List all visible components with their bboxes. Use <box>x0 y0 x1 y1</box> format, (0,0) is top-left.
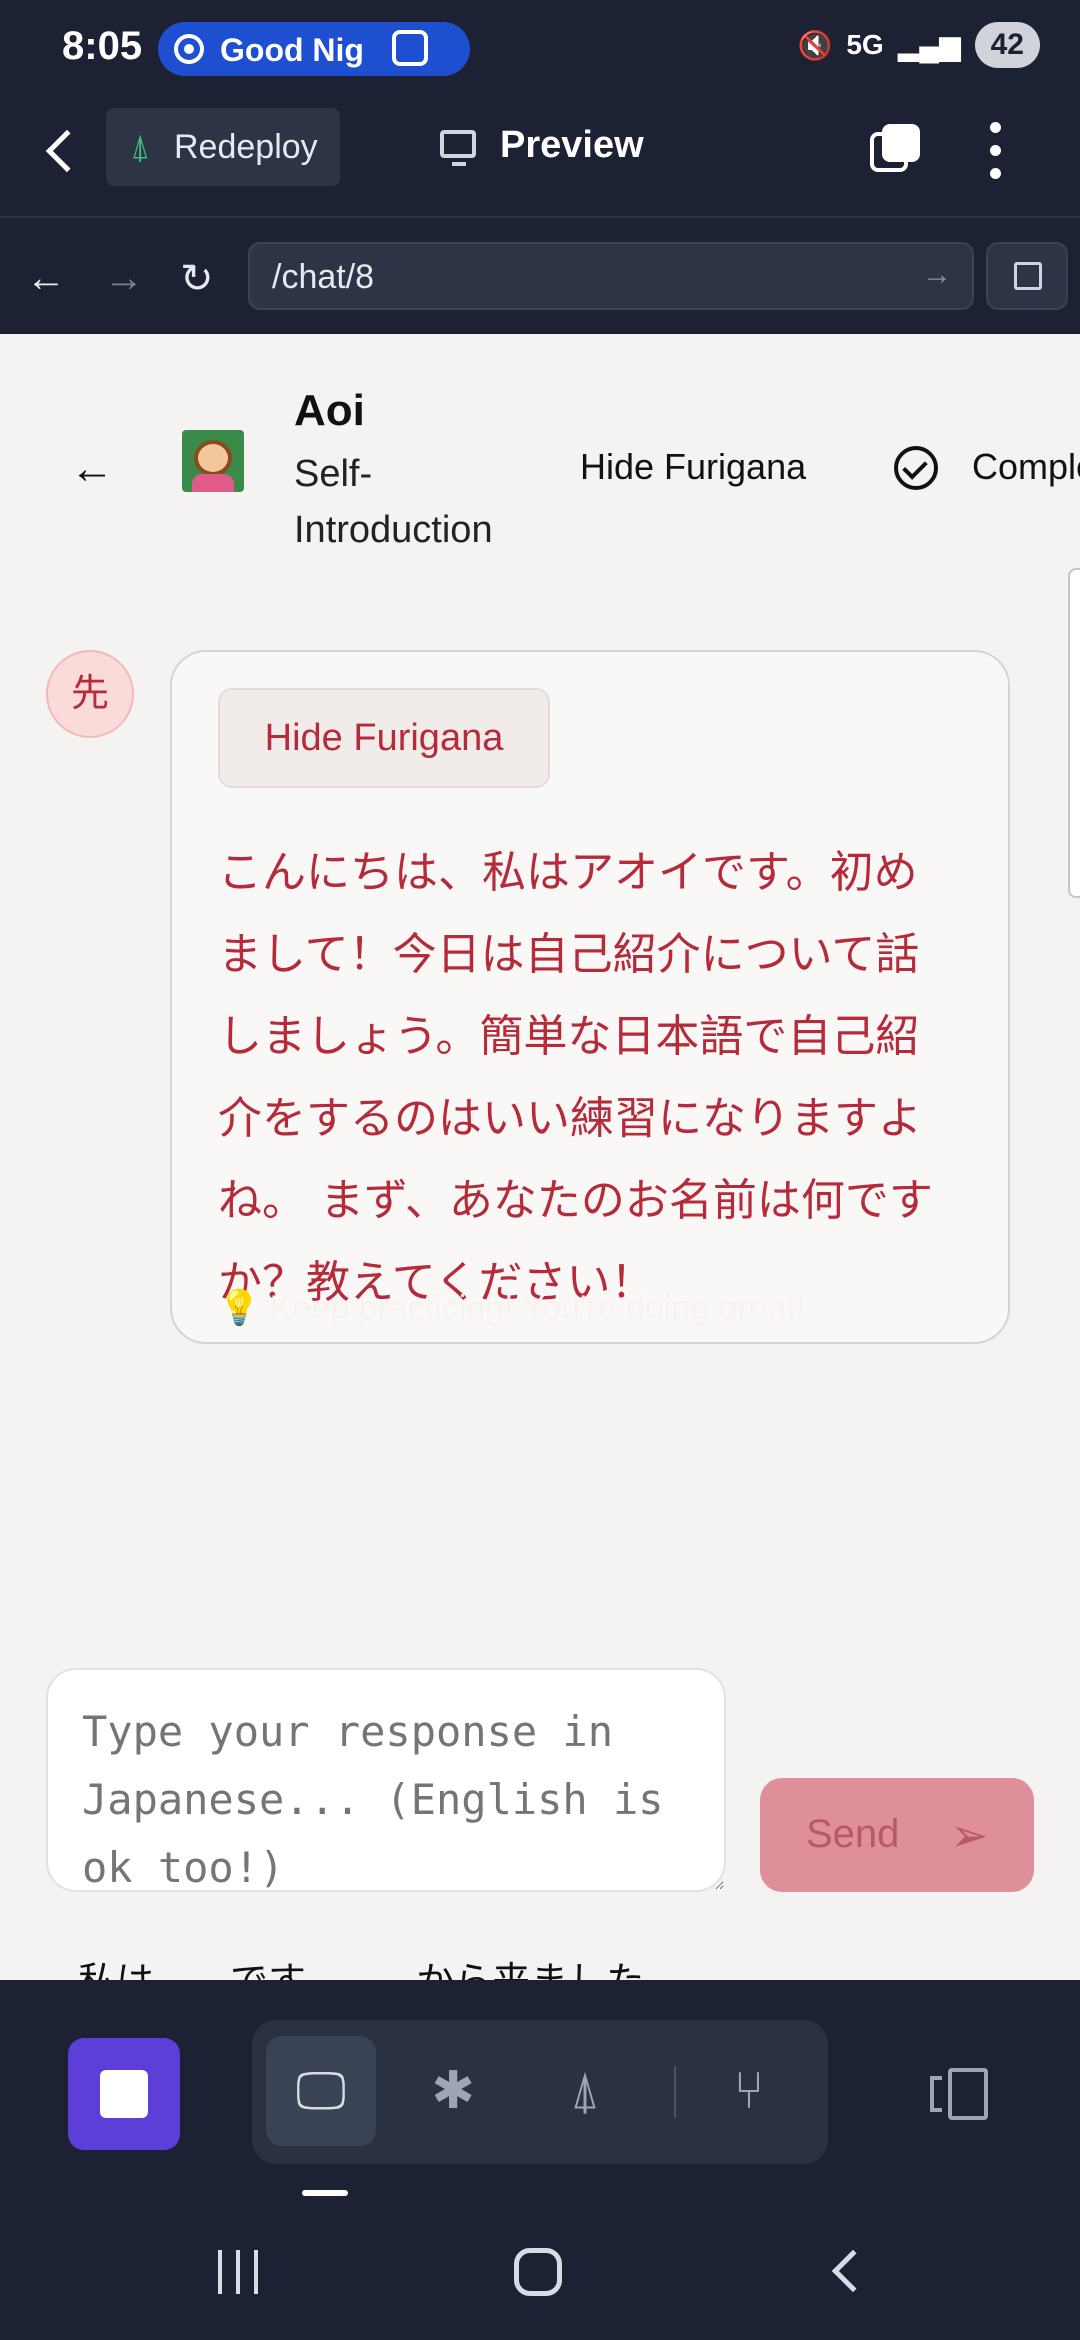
open-external-button[interactable] <box>986 242 1068 310</box>
tutor-message-card: Hide Furigana こんにちは、私はアオイです。初めまして！今日は自己紹… <box>170 650 1010 1344</box>
notification-text: Good Nig <box>220 32 364 68</box>
chat-page: ← Aoi Self-Introduction Hide Furigana Co… <box>0 334 1080 1980</box>
status-time: 8:05 <box>62 24 143 68</box>
tool-tray: 🖵 ✱ ⍋ ⑂ <box>252 2020 828 2164</box>
browser-back-icon[interactable]: ← <box>26 256 66 301</box>
external-link-icon <box>1014 262 1042 290</box>
stop-button[interactable] <box>68 2038 180 2150</box>
sender-badge: 先 <box>46 650 134 738</box>
chat-back-icon[interactable]: ← <box>70 444 114 494</box>
preview-tool-monitor-icon[interactable]: 🖵 <box>266 2036 376 2146</box>
send-label: Send <box>806 1812 900 1856</box>
browser-bar: ← → ↻ /chat/8 → <box>0 216 1080 334</box>
stop-icon <box>100 2070 148 2118</box>
more-menu-icon[interactable] <box>990 122 1002 182</box>
reload-icon[interactable]: ↻ <box>180 256 214 302</box>
url-bar[interactable]: /chat/8 → <box>248 242 974 310</box>
url-text: /chat/8 <box>272 258 375 296</box>
send-button[interactable]: Send ➢ <box>760 1778 1034 1892</box>
go-arrow-icon[interactable]: → <box>922 258 952 292</box>
radio-icon <box>174 34 204 64</box>
redeploy-label: Redeploy <box>174 128 318 166</box>
tutor-name: Aoi <box>294 386 365 435</box>
side-panel-icon[interactable] <box>924 2068 988 2120</box>
deploy-icon: ⍋ <box>130 128 151 166</box>
deploy-tool-icon[interactable]: ⍋ <box>530 2036 640 2146</box>
agent-tool-icon[interactable]: ✱ <box>398 2036 508 2146</box>
status-bar: 8:05 Good Nig 🔇 5G ▂▄▆ 42 <box>0 0 1080 96</box>
system-back-icon[interactable] <box>831 2249 875 2293</box>
screenshot-icon <box>392 30 428 66</box>
app-toolbar: ⍋ Redeploy Preview <box>0 96 1080 216</box>
battery-level: 42 <box>974 22 1040 68</box>
complete-button[interactable]: Complete <box>972 446 1080 488</box>
redeploy-button[interactable]: ⍋ Redeploy <box>106 108 340 186</box>
message-text: こんにちは、私はアオイです。初めまして！今日は自己紹介について話しましょう。簡単… <box>218 847 933 1308</box>
network-type: 5G <box>846 29 884 60</box>
header-hide-furigana-button[interactable]: Hide Furigana <box>580 446 806 488</box>
signal-icon: ▂▄▆ <box>897 29 961 61</box>
mute-icon: 🔇 <box>797 29 833 61</box>
dock-indicator <box>302 2190 348 2196</box>
lightbulb-icon: 💡 <box>218 1289 261 1327</box>
sentence-hint: 私は____です。____から来ました。 <box>78 1950 682 1980</box>
tip-text: Keep practicing! You're doing great! <box>269 1289 806 1327</box>
back-chevron-icon[interactable] <box>45 129 89 173</box>
monitor-icon <box>440 130 476 166</box>
tabs-icon[interactable] <box>870 124 920 174</box>
check-circle-icon[interactable] <box>894 446 938 490</box>
home-icon[interactable] <box>514 2248 562 2296</box>
recents-icon[interactable] <box>218 2250 258 2294</box>
preview-label: Preview <box>500 124 644 166</box>
reply-input[interactable] <box>46 1668 726 1892</box>
chat-header: ← Aoi Self-Introduction Hide Furigana Co… <box>0 334 1080 574</box>
bottom-dock: 🖵 ✱ ⍋ ⑂ <box>0 1980 1080 2202</box>
hide-furigana-button[interactable]: Hide Furigana <box>218 688 550 788</box>
send-icon: ➢ <box>950 1809 989 1861</box>
system-navigation <box>0 2202 1080 2340</box>
side-panel-edge[interactable] <box>1068 568 1080 898</box>
lesson-topic: Self-Introduction <box>294 453 493 551</box>
git-tool-icon[interactable]: ⑂ <box>694 2036 804 2146</box>
browser-forward-icon[interactable]: → <box>104 256 144 301</box>
encouragement-tip: 💡 Keep practicing! You're doing great! <box>218 1288 806 1328</box>
status-indicators: 🔇 5G ▂▄▆ 42 <box>797 22 1040 68</box>
tray-divider <box>674 2066 676 2118</box>
teacher-avatar <box>182 430 244 492</box>
